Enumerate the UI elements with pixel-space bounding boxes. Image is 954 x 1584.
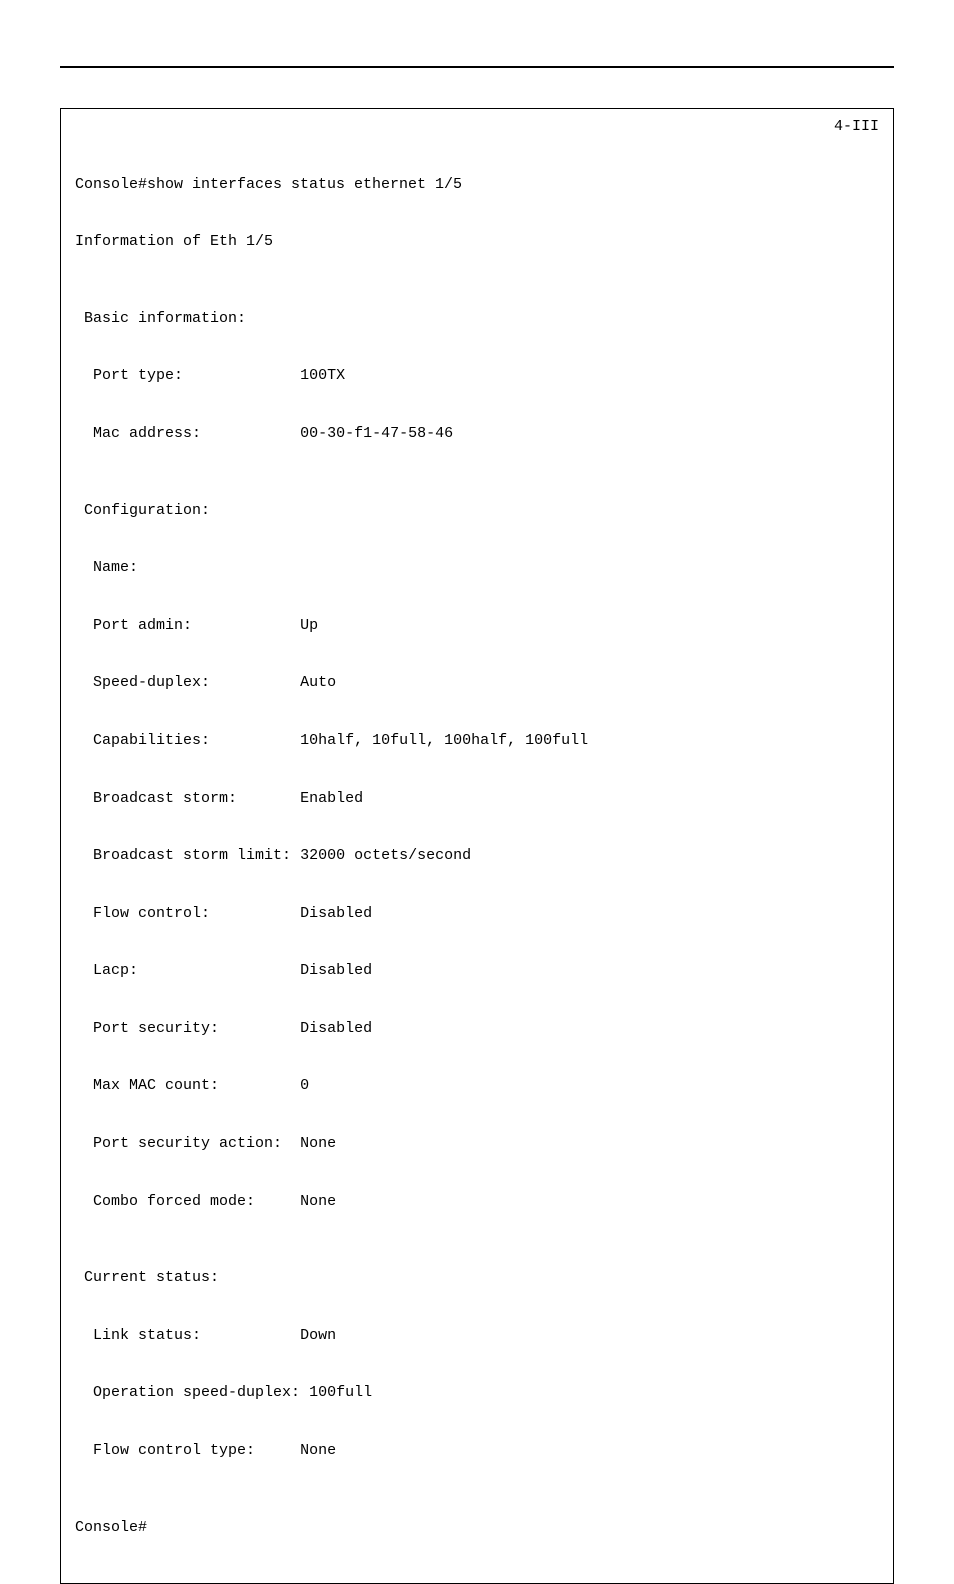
combo-forced-mode-value: None (300, 1192, 336, 1211)
flow-control-type-value: None (300, 1441, 336, 1460)
max-mac-count-label: Max MAC count: (75, 1076, 300, 1095)
basic-heading: Basic information: (75, 309, 246, 328)
combo-forced-mode-label: Combo forced mode: (75, 1192, 300, 1211)
link-status-value: Down (300, 1326, 336, 1345)
lacp-value: Disabled (300, 961, 372, 980)
flow-control-type-label: Flow control type: (75, 1441, 300, 1460)
broadcast-storm-label: Broadcast storm: (75, 789, 300, 808)
page-reference: 4-III (834, 117, 879, 136)
configuration-heading: Configuration: (75, 501, 210, 520)
operation-speed-duplex-value: 100full (300, 1383, 372, 1402)
link-status-label: Link status: (75, 1326, 300, 1345)
speed-duplex-value: Auto (300, 673, 336, 692)
info-title: Information of Eth 1/5 (75, 232, 273, 251)
broadcast-storm-limit-label: Broadcast storm limit: (75, 846, 300, 865)
lacp-label: Lacp: (75, 961, 300, 980)
speed-duplex-label: Speed-duplex: (75, 673, 300, 692)
broadcast-storm-value: Enabled (300, 789, 363, 808)
page: 4-III Console#show interfaces status eth… (0, 0, 954, 1584)
mac-address-label: Mac address: (75, 424, 300, 443)
name-label: Name: (75, 558, 138, 577)
command-line: Console#show interfaces status ethernet … (75, 175, 462, 194)
top-rule (60, 66, 894, 68)
max-mac-count-value: 0 (300, 1076, 309, 1095)
port-type-label: Port type: (75, 366, 300, 385)
port-type-value: 100TX (300, 366, 345, 385)
port-security-action-value: None (300, 1134, 336, 1153)
port-security-label: Port security: (75, 1019, 300, 1038)
capabilities-value: 10half, 10full, 100half, 100full (300, 731, 588, 750)
flow-control-label: Flow control: (75, 904, 300, 923)
capabilities-label: Capabilities: (75, 731, 300, 750)
port-security-value: Disabled (300, 1019, 372, 1038)
mac-address-value: 00-30-f1-47-58-46 (300, 424, 453, 443)
terminal-output: 4-III Console#show interfaces status eth… (60, 108, 894, 1584)
current-status-heading: Current status: (75, 1268, 219, 1287)
port-admin-value: Up (300, 616, 318, 635)
broadcast-storm-limit-value: 32000 octets/second (300, 846, 471, 865)
port-security-action-label: Port security action: (75, 1134, 300, 1153)
port-admin-label: Port admin: (75, 616, 300, 635)
prompt: Console# (75, 1518, 147, 1537)
operation-speed-duplex-label: Operation speed-duplex: (75, 1383, 300, 1402)
flow-control-value: Disabled (300, 904, 372, 923)
